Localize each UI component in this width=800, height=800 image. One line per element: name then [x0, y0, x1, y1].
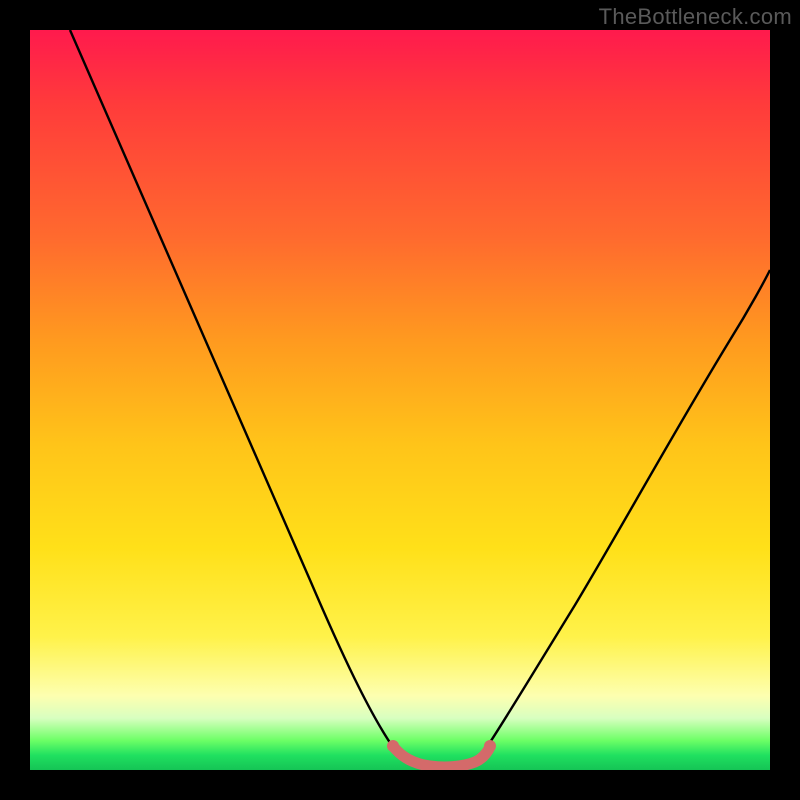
chart-frame: TheBottleneck.com: [0, 0, 800, 800]
trough-dot-left: [387, 740, 399, 752]
curve-left: [70, 30, 395, 750]
curve-right: [485, 270, 770, 750]
watermark-text: TheBottleneck.com: [599, 4, 792, 30]
curve-svg: [30, 30, 770, 770]
gradient-plot-area: [30, 30, 770, 770]
trough-red: [393, 746, 490, 767]
trough-dot-right: [484, 740, 496, 752]
